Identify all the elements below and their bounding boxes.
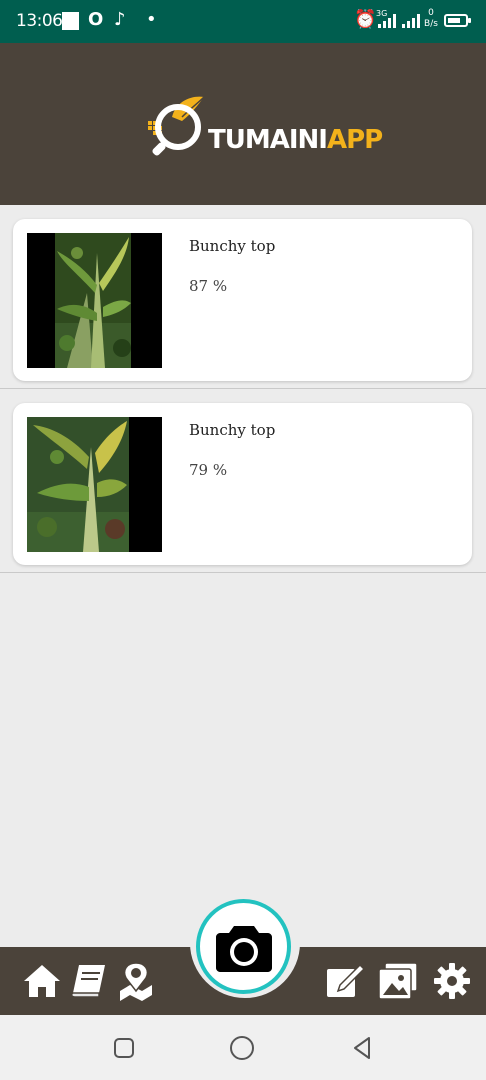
map-pin-icon[interactable] <box>114 947 158 1015</box>
home-icon[interactable] <box>20 947 64 1015</box>
logo-mark-icon <box>148 96 205 156</box>
back-icon[interactable] <box>349 1035 375 1061</box>
app-logo: TUMAINIAPP <box>146 91 383 161</box>
tiktok-icon: ♪ <box>114 9 126 30</box>
speed-label: 0 B/s <box>424 8 438 29</box>
gallery-icon[interactable] <box>376 947 420 1015</box>
result-card[interactable]: Bunchy top 79 % <box>13 403 472 565</box>
dot-icon: • <box>146 9 157 30</box>
camera-icon <box>215 925 272 972</box>
status-time: 13:06 <box>16 11 63 31</box>
status-bar: 13:06 O ♪ • ⏰ 3G 0 B/s <box>0 0 486 43</box>
result-thumbnail[interactable] <box>27 233 162 368</box>
signal-icon <box>402 14 420 28</box>
book-icon[interactable] <box>68 947 110 1015</box>
logo-text-primary: TUMAINI <box>208 125 328 155</box>
camera-button[interactable] <box>196 899 291 994</box>
edit-icon[interactable] <box>322 947 366 1015</box>
confidence-value: 79 % <box>189 461 228 479</box>
recents-icon[interactable] <box>111 1035 137 1061</box>
logo-text-accent: APP <box>326 125 383 155</box>
battery-level <box>448 18 460 23</box>
disease-name: Bunchy top <box>189 237 276 255</box>
app-header: TUMAINIAPP <box>0 43 486 205</box>
result-thumbnail[interactable] <box>27 417 162 552</box>
notification-square-icon <box>62 12 79 30</box>
signal-icon <box>378 14 396 28</box>
opera-icon: O <box>88 9 104 30</box>
result-card[interactable]: Bunchy top 87 % <box>13 219 472 381</box>
logo-text: TUMAINIAPP <box>208 125 383 155</box>
battery-icon <box>444 14 471 27</box>
disease-name: Bunchy top <box>189 421 276 439</box>
confidence-value: 87 % <box>189 277 228 295</box>
divider <box>0 388 486 389</box>
divider <box>0 572 486 573</box>
system-nav-bar <box>0 1015 486 1080</box>
settings-icon[interactable] <box>430 947 474 1015</box>
home-circle-icon[interactable] <box>229 1035 255 1061</box>
alarm-icon: ⏰ <box>354 9 377 30</box>
